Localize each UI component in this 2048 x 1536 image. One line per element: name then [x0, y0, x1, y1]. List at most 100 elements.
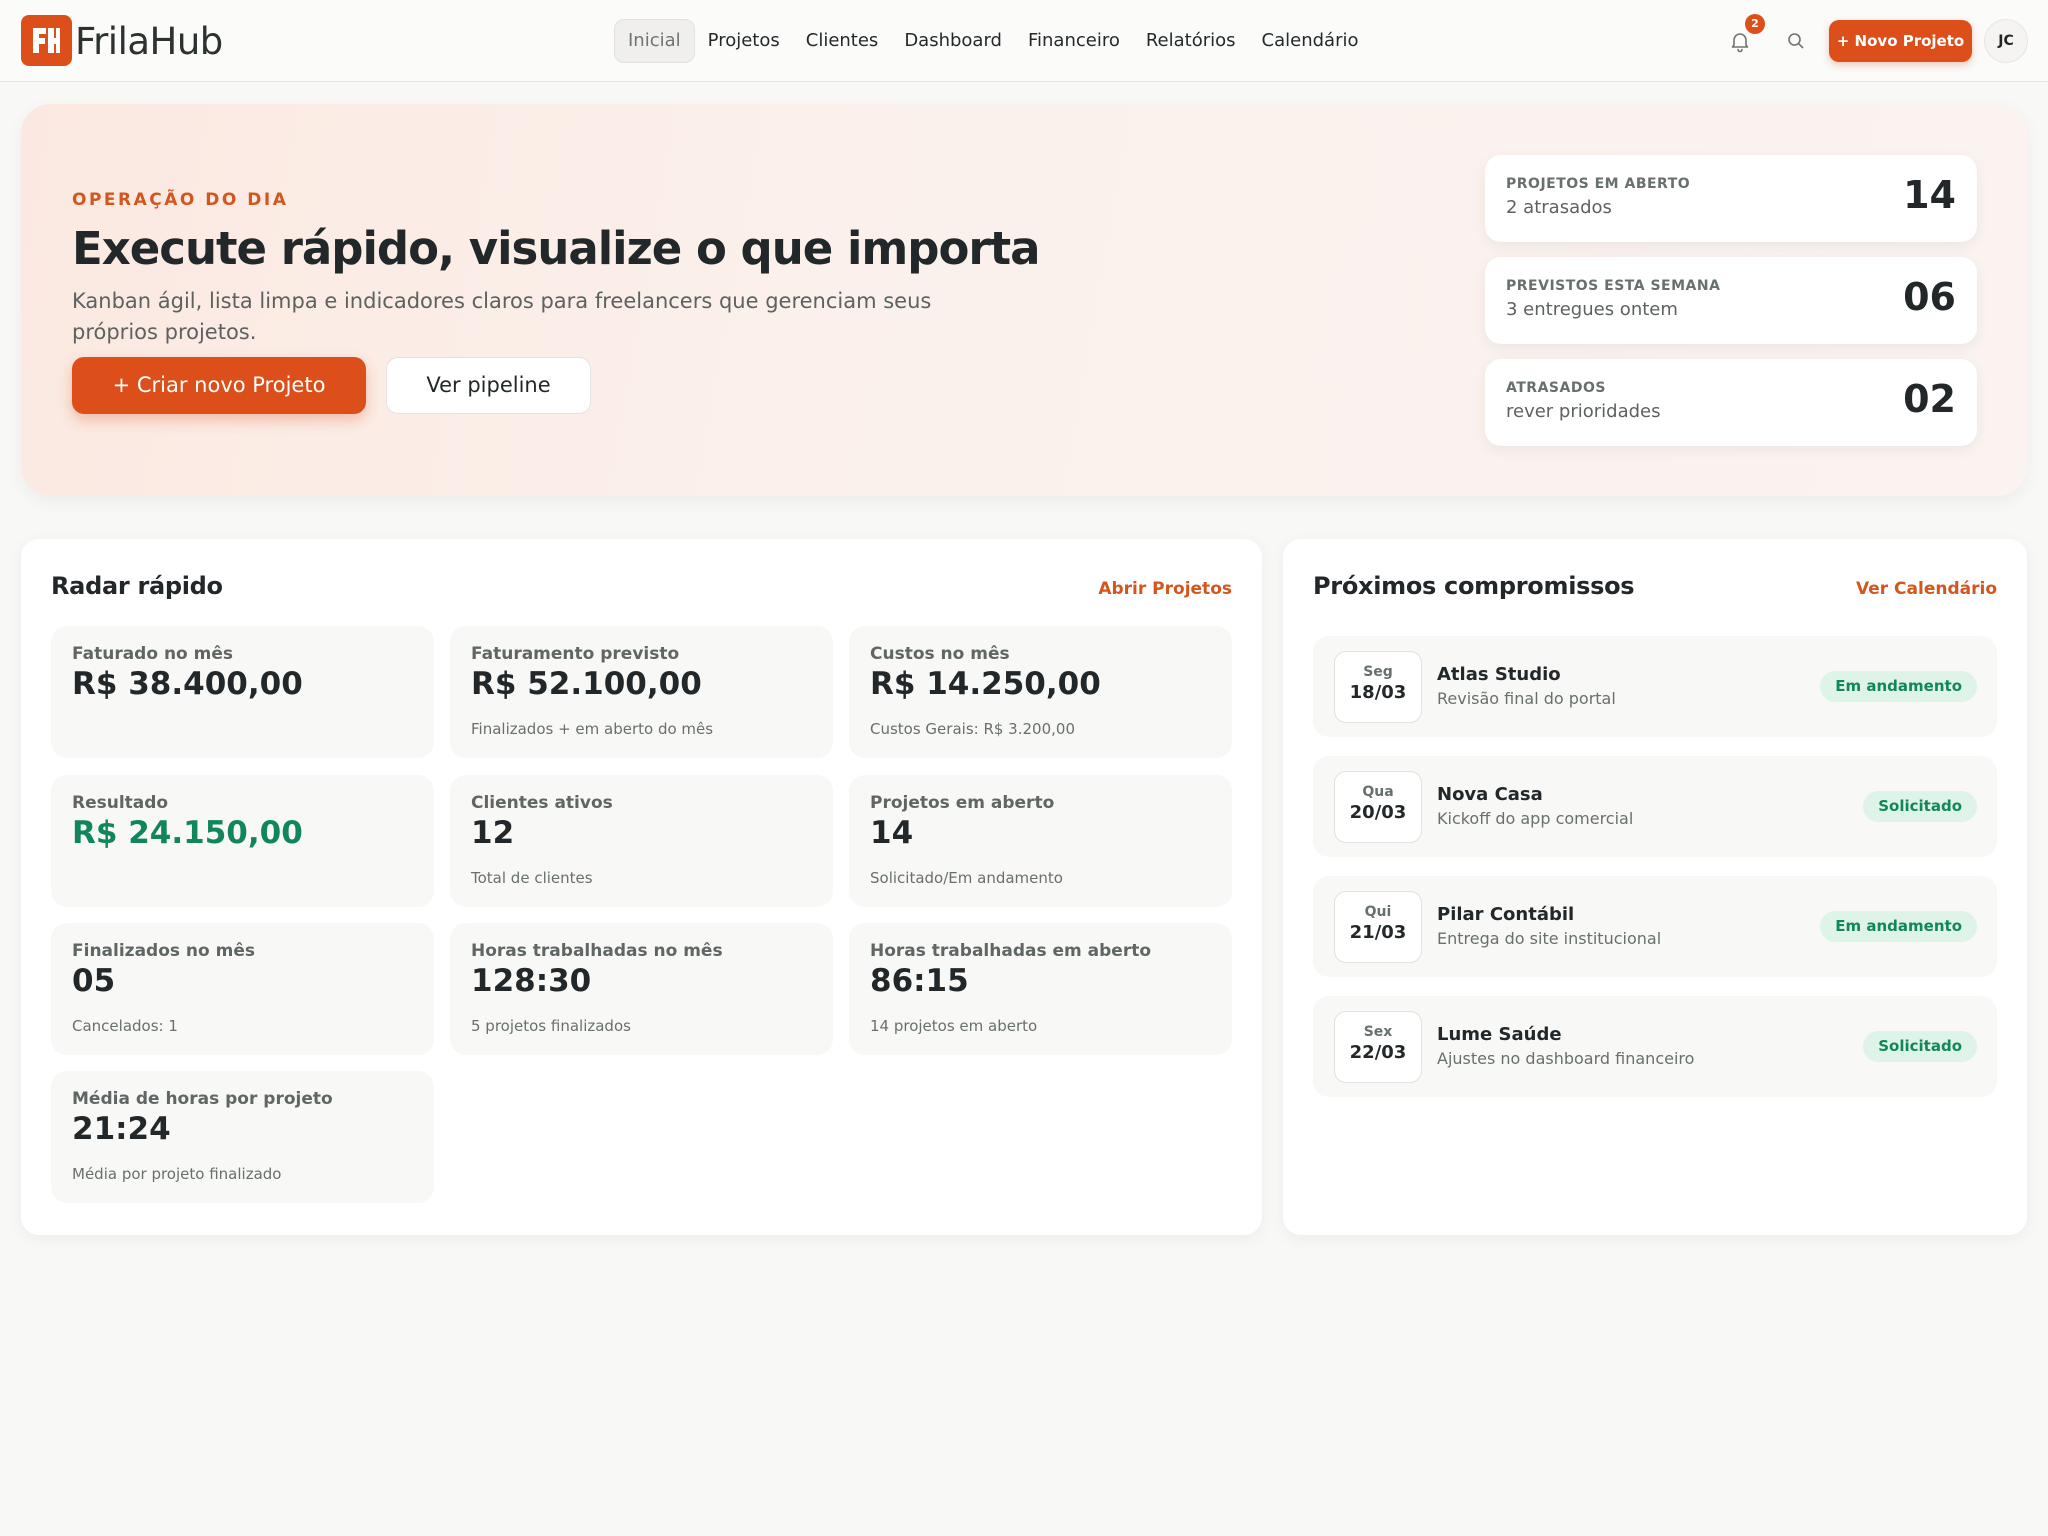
- appointment-client: Nova Casa: [1437, 784, 1543, 805]
- top-navigation-bar: FrilaHub Inicial Projetos Clientes Dashb…: [0, 0, 2048, 82]
- nav-item-clientes[interactable]: Clientes: [793, 19, 892, 63]
- appointment-client: Atlas Studio: [1437, 664, 1561, 685]
- status-badge: Em andamento: [1820, 911, 1977, 942]
- metric-note: Total de clientes: [471, 869, 593, 887]
- appointment-day: 22/03: [1349, 1042, 1407, 1063]
- hero-title: Execute rápido, visualize o que importa: [72, 222, 1040, 275]
- stat-card-open-projects: PROJETOS EM ABERTO 2 atrasados 14: [1485, 155, 1977, 242]
- hero-kicker: OPERAÇÃO DO DIA: [72, 190, 289, 210]
- metric-note: Solicitado/Em andamento: [870, 869, 1063, 887]
- status-badge: Em andamento: [1820, 671, 1977, 702]
- metric-value: 05: [72, 963, 116, 999]
- hero-subtitle: Kanban ágil, lista limpa e indicadores c…: [72, 289, 932, 344]
- appointment-date: Qui 21/03: [1334, 891, 1422, 963]
- new-project-button[interactable]: + Novo Projeto: [1829, 20, 1972, 62]
- nav-item-calendario[interactable]: Calendário: [1249, 19, 1372, 63]
- appointment-client: Lume Saúde: [1437, 1024, 1562, 1045]
- metric-card-active-clients: Clientes ativos 12 Total de clientes: [450, 775, 833, 907]
- metric-card-forecast-billing: Faturamento previsto R$ 52.100,00 Finali…: [450, 626, 833, 758]
- appointment-item[interactable]: Qui 21/03 Pilar Contábil Entrega do site…: [1313, 876, 1997, 977]
- metric-card-result: Resultado R$ 24.150,00: [51, 775, 434, 907]
- appointment-date: Qua 20/03: [1334, 771, 1422, 843]
- view-calendar-link[interactable]: Ver Calendário: [1856, 579, 1997, 599]
- appointment-description: Revisão final do portal: [1437, 689, 1616, 708]
- appointment-weekday: Qua: [1362, 784, 1394, 800]
- metric-label: Horas trabalhadas no mês: [471, 941, 723, 961]
- metric-note: 14 projetos em aberto: [870, 1017, 1038, 1035]
- metric-label: Média de horas por projeto: [72, 1089, 333, 1109]
- status-badge: Solicitado: [1863, 791, 1977, 822]
- metric-note: Finalizados + em aberto do mês: [471, 720, 714, 738]
- search-icon[interactable]: [1785, 30, 1807, 52]
- metric-label: Finalizados no mês: [72, 941, 255, 961]
- nav-item-financeiro[interactable]: Financeiro: [1015, 19, 1133, 63]
- metric-card-avg-hours: Média de horas por projeto 21:24 Média p…: [51, 1071, 434, 1203]
- view-pipeline-button[interactable]: Ver pipeline: [386, 357, 591, 414]
- metric-note: 5 projetos finalizados: [471, 1017, 631, 1035]
- hero-section: OPERAÇÃO DO DIA Execute rápido, visualiz…: [21, 104, 2027, 496]
- metric-label: Custos no mês: [870, 644, 1010, 664]
- metric-label: Projetos em aberto: [870, 793, 1055, 813]
- metric-value: 14: [870, 815, 914, 851]
- metric-label: Horas trabalhadas em aberto: [870, 941, 1152, 961]
- stat-card-late: ATRASADOS rever prioridades 02: [1485, 359, 1977, 446]
- main-nav: Inicial Projetos Clientes Dashboard Fina…: [614, 19, 1371, 63]
- appointment-date: Sex 22/03: [1334, 1011, 1422, 1083]
- stat-label: PREVISTOS ESTA SEMANA: [1506, 278, 1721, 294]
- appointment-item[interactable]: Sex 22/03 Lume Saúde Ajustes no dashboar…: [1313, 996, 1997, 1097]
- metric-card-finished-month: Finalizados no mês 05 Cancelados: 1: [51, 923, 434, 1055]
- metric-note: Cancelados: 1: [72, 1017, 178, 1035]
- stat-value: 02: [1903, 377, 1956, 421]
- stat-label: ATRASADOS: [1506, 380, 1606, 396]
- appointments-title: Próximos compromissos: [1313, 572, 1635, 600]
- metric-value: R$ 24.150,00: [72, 815, 303, 851]
- appointment-item[interactable]: Seg 18/03 Atlas Studio Revisão final do …: [1313, 636, 1997, 737]
- appointment-description: Kickoff do app comercial: [1437, 809, 1634, 828]
- metric-value: 12: [471, 815, 515, 851]
- appointment-item[interactable]: Qua 20/03 Nova Casa Kickoff do app comer…: [1313, 756, 1997, 857]
- metric-value: 128:30: [471, 963, 592, 999]
- metric-label: Clientes ativos: [471, 793, 613, 813]
- metric-label: Faturado no mês: [72, 644, 234, 664]
- appointment-client: Pilar Contábil: [1437, 904, 1575, 925]
- stat-value: 06: [1903, 275, 1956, 319]
- frilahub-logo-icon[interactable]: [21, 15, 72, 66]
- metric-value: R$ 38.400,00: [72, 666, 303, 702]
- nav-item-inicial[interactable]: Inicial: [614, 19, 695, 63]
- appointment-day: 21/03: [1349, 922, 1407, 943]
- stat-card-due-this-week: PREVISTOS ESTA SEMANA 3 entregues ontem …: [1485, 257, 1977, 344]
- metric-label: Resultado: [72, 793, 169, 813]
- metric-note: Média por projeto finalizado: [72, 1165, 282, 1183]
- stat-note: 2 atrasados: [1506, 197, 1612, 218]
- nav-item-projetos[interactable]: Projetos: [695, 19, 793, 63]
- appointment-weekday: Sex: [1363, 1024, 1393, 1040]
- appointment-description: Entrega do site institucional: [1437, 929, 1662, 948]
- nav-item-relatorios[interactable]: Relatórios: [1133, 19, 1249, 63]
- open-projects-link[interactable]: Abrir Projetos: [1098, 579, 1232, 599]
- radar-panel: Radar rápido Abrir Projetos Faturado no …: [21, 539, 1262, 1235]
- appointment-date: Seg 18/03: [1334, 651, 1422, 723]
- metric-label: Faturamento previsto: [471, 644, 680, 664]
- stat-label: PROJETOS EM ABERTO: [1506, 176, 1691, 192]
- metric-value: R$ 14.250,00: [870, 666, 1101, 702]
- bell-icon[interactable]: [1728, 29, 1752, 53]
- stat-value: 14: [1903, 173, 1956, 217]
- user-avatar[interactable]: JC: [1984, 19, 2028, 63]
- metric-card-billed-month: Faturado no mês R$ 38.400,00: [51, 626, 434, 758]
- appointment-description: Ajustes no dashboard financeiro: [1437, 1049, 1695, 1068]
- create-project-button[interactable]: + Criar novo Projeto: [72, 357, 366, 414]
- appointment-weekday: Qui: [1364, 904, 1392, 920]
- notification-count-badge: 2: [1745, 14, 1765, 34]
- metric-value: R$ 52.100,00: [471, 666, 702, 702]
- nav-item-dashboard[interactable]: Dashboard: [891, 19, 1015, 63]
- radar-title: Radar rápido: [51, 572, 223, 600]
- status-badge: Solicitado: [1863, 1031, 1977, 1062]
- metric-card-hours-month: Horas trabalhadas no mês 128:30 5 projet…: [450, 923, 833, 1055]
- stat-note: rever prioridades: [1506, 401, 1661, 422]
- metric-card-open-projects: Projetos em aberto 14 Solicitado/Em anda…: [849, 775, 1232, 907]
- stat-note: 3 entregues ontem: [1506, 299, 1678, 320]
- metric-note: Custos Gerais: R$ 3.200,00: [870, 720, 1075, 738]
- appointments-panel: Próximos compromissos Ver Calendário Seg…: [1283, 539, 2027, 1235]
- brand-name[interactable]: FrilaHub: [75, 20, 223, 63]
- appointment-day: 18/03: [1349, 682, 1407, 703]
